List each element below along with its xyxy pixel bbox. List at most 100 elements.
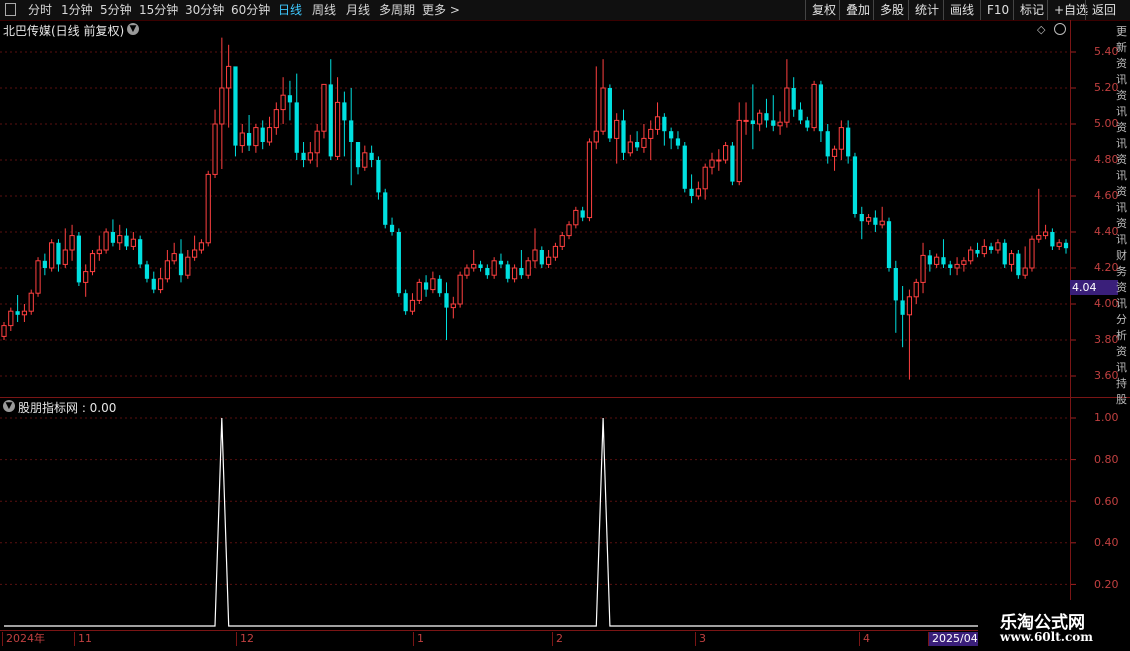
candle-body [205,173,211,244]
candle-body [1063,242,1069,249]
kline-chart[interactable] [0,0,1130,650]
candle-body [349,120,354,142]
candle-body [178,253,184,276]
candle-body [811,83,817,129]
candle-body [511,267,518,280]
candle-body [736,119,742,183]
price-tick: 4.00 [1094,297,1119,310]
date-label: 12 [236,632,254,646]
candle-body [355,142,361,168]
candle-body [396,232,401,294]
indicator-tick: 0.80 [1094,453,1119,466]
circle-icon[interactable] [1054,23,1066,35]
candle-body [593,130,599,143]
chevron-down-icon[interactable]: ▼ [127,23,139,35]
candle-body [233,66,238,146]
candle-body [695,188,701,197]
candle-body [662,116,667,132]
candle-body [825,131,830,157]
candle-body [21,310,28,316]
candle-body [321,83,327,132]
candle-body [280,94,286,111]
candle-body [1042,231,1049,237]
candle-body [573,209,579,226]
candle-body [457,274,463,305]
candle-body [716,159,722,162]
price-tick: 3.60 [1094,369,1119,382]
candle-body [69,235,75,251]
candle-body [519,268,524,276]
candle-body [164,260,170,280]
candle-body [76,235,81,283]
candle-body [450,303,456,309]
candle-body [989,246,994,250]
candle-body [927,255,932,265]
panel-separator [0,397,1070,398]
candle-body [49,242,55,269]
candle-body [185,256,191,276]
candle-body [627,141,633,154]
watermark-url: www.60lt.com [1000,630,1093,644]
candle-body [777,121,783,127]
date-label: 4 [859,632,870,646]
candle-body [28,292,34,312]
price-tick: 4.80 [1094,153,1119,166]
candle-body [920,254,926,283]
diamond-icon[interactable]: ◇ [1037,23,1045,36]
candle-body [198,242,205,251]
candle-body [566,224,572,237]
indicator-tick: 0.60 [1094,495,1119,508]
candle-body [961,260,967,265]
candle-body [478,264,483,268]
candle-body [818,84,824,132]
side-info-strip[interactable]: 更新资讯资讯资讯资讯资讯资讯财务资讯分析资讯持股 [1116,24,1130,408]
candle-body [743,119,749,122]
candle-body [1022,267,1028,276]
candle-body [1016,253,1021,276]
candle-body [873,217,878,225]
candle-body [266,127,273,143]
candle-body [138,239,143,265]
candle-body [212,123,218,175]
candle-body [505,264,510,279]
candle-body [838,127,844,150]
date-label: 2024年 [2,632,45,646]
candle-body [846,127,851,157]
candle-body [301,152,306,160]
price-tick: 4.20 [1094,261,1119,274]
candle-body [89,253,96,273]
candle-body [8,310,14,327]
current-price-tag: 4.04 [1070,280,1118,295]
candle-body [689,188,694,196]
candle-body [83,271,89,283]
candle-body [430,278,436,291]
candle-body [1002,242,1007,265]
candle-body [253,127,259,147]
candle-body [580,210,585,218]
candle-body [968,249,974,262]
cursor-date-label: 2025/04/ [928,632,982,646]
price-tick: 4.60 [1094,189,1119,202]
candle-body [635,142,640,148]
candle-body [669,131,674,139]
candle-body [771,120,776,126]
date-label: 11 [74,632,92,646]
candle-body [376,160,381,193]
candle-body [1029,238,1035,269]
chart-title: 北巴传媒(日线 前复权) [3,24,125,38]
candle-body [682,145,687,189]
candle-body [709,159,715,168]
candle-body [1,325,7,337]
candle-body [328,84,333,157]
candle-body [893,268,898,301]
candle-body [498,260,504,265]
candle-body [723,145,729,161]
date-label: 1 [413,632,424,646]
indicator-chevron-icon[interactable]: ▼ [3,400,15,412]
candle-body [831,148,838,157]
candle-body [389,224,395,232]
candle-body [1056,242,1062,247]
candle-body [621,120,626,153]
candle-body [865,217,872,222]
candle-body [314,130,320,154]
